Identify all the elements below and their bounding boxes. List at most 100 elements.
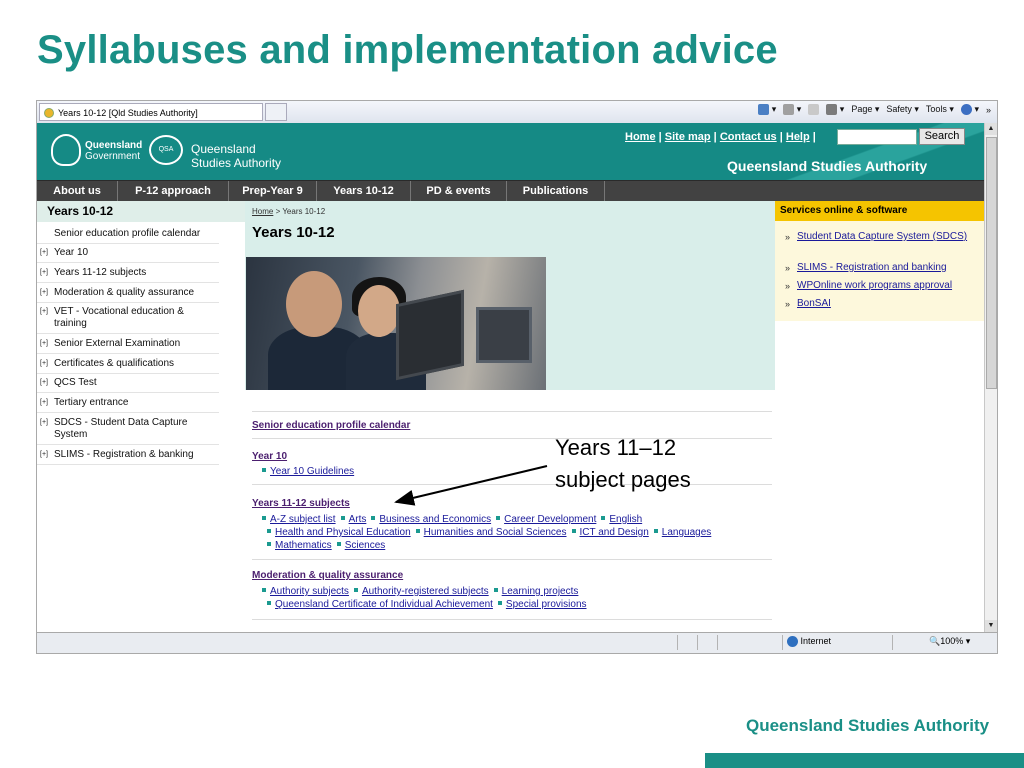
- security-zone: Internet: [787, 636, 831, 648]
- sidebar-item-certificates[interactable]: [+] Certificates & qualifications: [37, 358, 219, 374]
- page-menu[interactable]: Page ▾: [851, 104, 879, 115]
- help-icon[interactable]: ▾: [960, 104, 979, 116]
- service-item-bonsai[interactable]: » BonSAI: [785, 298, 975, 310]
- footer-bar: [705, 753, 1024, 768]
- sidebar-item-vet[interactable]: [+] VET - Vocational education & training: [37, 306, 219, 334]
- link-english[interactable]: English: [609, 514, 642, 525]
- link-business[interactable]: Business and Economics: [379, 514, 491, 525]
- nav-years-10-12[interactable]: Years 10-12: [317, 181, 411, 201]
- zoom-level[interactable]: 🔍100% ▾: [929, 636, 970, 647]
- page-icon: [44, 108, 54, 118]
- nav-publications[interactable]: Publications: [507, 181, 605, 201]
- sidebar-item-year-10[interactable]: [+] Year 10: [37, 247, 219, 263]
- sidebar-item-qcs-test[interactable]: [+] QCS Test: [37, 377, 219, 393]
- service-item-sdcs[interactable]: » Student Data Capture System (SDCS): [785, 231, 975, 243]
- expand-icon[interactable]: [+]: [40, 397, 48, 409]
- service-item-wponline[interactable]: » WPOnline work programs approval: [785, 280, 975, 292]
- link-health[interactable]: Health and Physical Education: [275, 527, 411, 538]
- expand-icon[interactable]: [+]: [40, 267, 48, 279]
- sidebar-item-slims[interactable]: [+] SLIMS - Registration & banking: [37, 449, 219, 465]
- scroll-thumb[interactable]: [986, 137, 997, 389]
- expand-icon[interactable]: [+]: [40, 417, 48, 429]
- qsa-logo-icon[interactable]: QSA: [149, 135, 183, 165]
- moderation-links: Authority subjects Authority-registered s…: [262, 585, 587, 611]
- link-year10-guidelines[interactable]: Year 10 Guidelines: [270, 466, 354, 477]
- qg-logo-text: Queensland Government: [85, 140, 143, 162]
- feeds-icon[interactable]: ▾: [783, 104, 801, 116]
- print-icon[interactable]: ▾: [826, 104, 844, 116]
- link-career[interactable]: Career Development: [504, 514, 596, 525]
- queensland-government-logo-icon[interactable]: [51, 134, 81, 166]
- expand-icon[interactable]: [+]: [40, 247, 48, 259]
- link-mathematics[interactable]: Mathematics: [275, 540, 332, 551]
- link-humanities[interactable]: Humanities and Social Sciences: [424, 527, 567, 538]
- year10-links: Year 10 Guidelines: [262, 465, 354, 478]
- students-photo: [246, 257, 546, 390]
- vertical-scrollbar[interactable]: ▲ ▼: [984, 123, 997, 632]
- chevron-right-icon: »: [785, 263, 791, 273]
- sidebar-item-tertiary[interactable]: [+] Tertiary entrance: [37, 397, 219, 413]
- chevron-right-icon: »: [785, 299, 791, 309]
- site-header: Queensland Government QSA Queensland Stu…: [37, 123, 984, 180]
- home-icon[interactable]: ▾: [758, 104, 776, 116]
- status-bar: Internet 🔍100% ▾: [37, 632, 997, 653]
- sidebar-item-sdcs[interactable]: [+] SDCS - Student Data Capture System: [37, 417, 219, 445]
- sidebar-item-sepc[interactable]: Senior education profile calendar: [37, 228, 219, 244]
- link-special-provisions[interactable]: Special provisions: [506, 599, 587, 610]
- footer-brand: Queensland Studies Authority: [746, 716, 990, 735]
- page-title: Years 10-12: [252, 224, 335, 241]
- link-a-z[interactable]: A-Z subject list: [270, 514, 336, 525]
- link-ict[interactable]: ICT and Design: [580, 527, 649, 538]
- chevron-right-icon: »: [785, 281, 791, 291]
- mail-icon[interactable]: [808, 104, 820, 116]
- section-moderation-link[interactable]: Moderation & quality assurance: [252, 570, 403, 581]
- slide-title: Syllabuses and implementation advice: [37, 28, 778, 72]
- tab-title: Years 10-12 [Qld Studies Authority]: [58, 108, 198, 118]
- chevron-more-icon[interactable]: »: [986, 105, 991, 115]
- sidebar-item-years-11-12[interactable]: [+] Years 11-12 subjects: [37, 267, 219, 283]
- section-years-11-12-link[interactable]: Years 11-12 subjects: [252, 498, 350, 509]
- help-link[interactable]: Help: [786, 131, 810, 143]
- link-qcia[interactable]: Queensland Certificate of Individual Ach…: [275, 599, 493, 610]
- breadcrumb-home-link[interactable]: Home: [252, 207, 273, 216]
- tools-menu[interactable]: Tools ▾: [926, 104, 954, 115]
- link-learning-projects[interactable]: Learning projects: [502, 586, 579, 597]
- site-map-link[interactable]: Site map: [665, 131, 711, 143]
- nav-pd-events[interactable]: PD & events: [411, 181, 507, 201]
- section-sepc-link[interactable]: Senior education profile calendar: [252, 420, 410, 431]
- link-authority-registered[interactable]: Authority-registered subjects: [362, 586, 489, 597]
- service-item-slims[interactable]: » SLIMS - Registration and banking: [785, 262, 975, 274]
- scroll-up-icon[interactable]: ▲: [985, 123, 997, 135]
- qsa-logo-text: Queensland Studies Authority: [191, 142, 282, 170]
- link-languages[interactable]: Languages: [662, 527, 712, 538]
- main-nav: About us P-12 approach Prep-Year 9 Years…: [37, 180, 984, 201]
- expand-icon[interactable]: [+]: [40, 306, 48, 318]
- link-arts[interactable]: Arts: [349, 514, 367, 525]
- expand-icon[interactable]: [+]: [40, 377, 48, 389]
- nav-about-us[interactable]: About us: [37, 181, 118, 201]
- section-year10-link[interactable]: Year 10: [252, 451, 287, 462]
- search-button[interactable]: Search: [919, 128, 965, 145]
- expand-icon[interactable]: [+]: [40, 449, 48, 461]
- link-authority-subjects[interactable]: Authority subjects: [270, 586, 349, 597]
- web-page: Queensland Government QSA Queensland Stu…: [37, 123, 984, 632]
- nav-prep-year9[interactable]: Prep-Year 9: [229, 181, 317, 201]
- sidebar-item-moderation[interactable]: [+] Moderation & quality assurance: [37, 287, 219, 303]
- sidebar-item-external-exam[interactable]: [+] Senior External Examination: [37, 338, 219, 354]
- contact-us-link[interactable]: Contact us: [720, 131, 777, 143]
- left-sidebar: Years 10-12 Senior education profile cal…: [37, 201, 252, 632]
- services-panel: Services online & software » Student Data…: [775, 201, 984, 321]
- browser-tab[interactable]: Years 10-12 [Qld Studies Authority]: [39, 103, 263, 121]
- safety-menu[interactable]: Safety ▾: [886, 104, 919, 115]
- main-content: Home > Years 10-12 Years 10-12 Senior ed…: [245, 201, 775, 632]
- scroll-down-icon[interactable]: ▼: [985, 620, 997, 632]
- chevron-right-icon: »: [785, 232, 791, 242]
- link-sciences[interactable]: Sciences: [345, 540, 386, 551]
- home-link[interactable]: Home: [625, 131, 656, 143]
- new-tab-button[interactable]: [265, 103, 287, 121]
- nav-p12-approach[interactable]: P-12 approach: [118, 181, 229, 201]
- expand-icon[interactable]: [+]: [40, 287, 48, 299]
- expand-icon[interactable]: [+]: [40, 358, 48, 370]
- expand-icon[interactable]: [+]: [40, 338, 48, 350]
- search-input[interactable]: [837, 129, 917, 145]
